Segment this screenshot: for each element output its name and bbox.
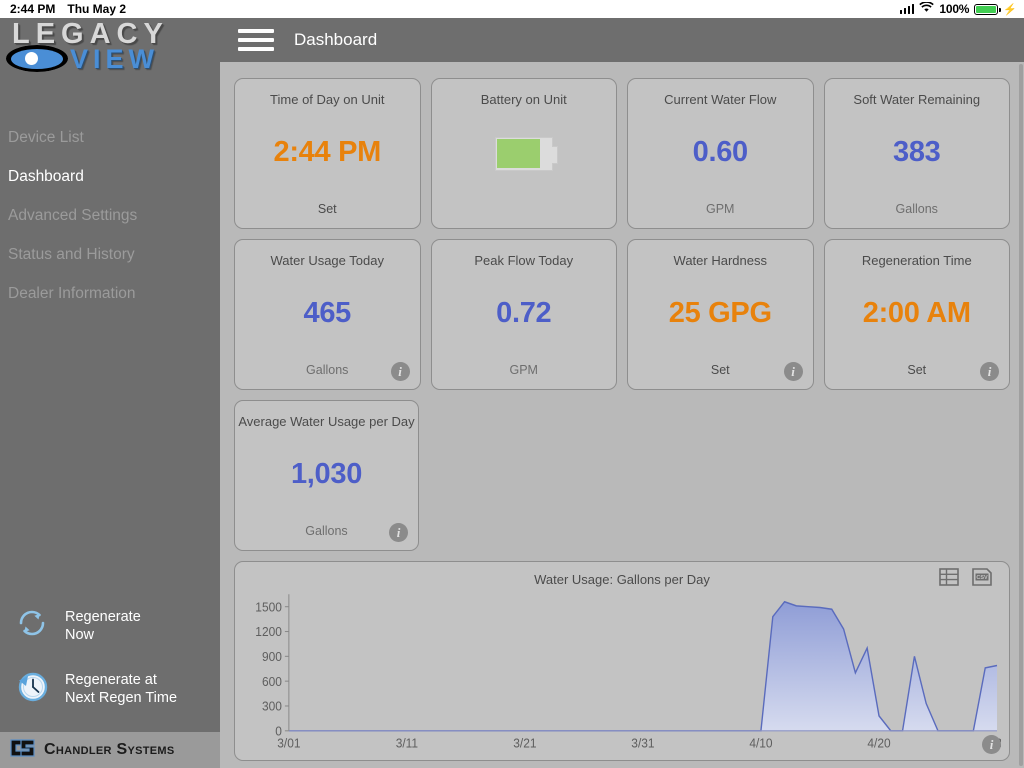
card-soft-water-remaining[interactable]: Soft Water Remaining 383 Gallons: [823, 78, 1010, 229]
card-peak-flow-today[interactable]: Peak Flow Today 0.72 GPM: [430, 239, 617, 390]
battery-percent-label: 100%: [939, 2, 970, 16]
battery-level-icon: [494, 136, 558, 171]
card-value: 25 GPG: [668, 296, 772, 329]
card-water-usage-today[interactable]: Water Usage Today 465 Gallons i: [234, 239, 421, 390]
svg-text:3/01: 3/01: [277, 736, 300, 750]
card-battery-on-unit[interactable]: Battery on Unit: [430, 78, 617, 229]
chart-plot-area: 0 300 600 900 1200 1500 3/01 3/11 3/21 3/31 4/10 4…: [243, 588, 1001, 756]
chart-title: Water Usage: Gallons per Day: [534, 571, 710, 587]
card-value: 0.72: [496, 296, 552, 329]
sidebar-footer: Chandler Systems: [0, 732, 220, 768]
water-usage-area-chart: 030060090012001500 3/01 3/11 3/21 3/31 4/10 4…: [255, 594, 1001, 751]
card-title: Battery on Unit: [480, 92, 567, 107]
card-regeneration-time[interactable]: Regeneration Time 2:00 AM Set i: [823, 239, 1010, 390]
card-row-1: Time of Day on Unit 2:44 PM Set Battery …: [234, 78, 1010, 229]
sidebar-item-device-list[interactable]: Device List: [0, 118, 220, 157]
info-icon[interactable]: i: [390, 362, 410, 381]
chart-info-icon[interactable]: i: [982, 735, 1001, 754]
card-value: 1,030: [290, 457, 363, 490]
eye-logo-icon: [6, 45, 68, 72]
lightning-bolt-icon: ⚡: [1003, 3, 1017, 16]
clock-rewind-icon: [12, 666, 52, 711]
card-time-of-day[interactable]: Time of Day on Unit 2:44 PM Set: [234, 78, 421, 229]
card-row-2: Water Usage Today 465 Gallons i Peak Flo…: [234, 239, 1010, 390]
chart-header: Water Usage: Gallons per Day CSV: [243, 568, 1001, 590]
regenerate-actions: Regenerate Now Regenerate at Next Regen …: [0, 594, 220, 720]
card-title: Time of Day on Unit: [270, 92, 385, 107]
csv-export-icon[interactable]: CSV: [971, 568, 993, 586]
sidebar: LEGACY VIEW Device List Dashboard Advanc…: [0, 18, 220, 768]
card-title: Average Water Usage per Day: [238, 414, 415, 429]
regenerate-now-label: Regenerate Now: [65, 608, 141, 643]
main-area: Dashboard Time of Day on Unit 2:44 PM Se…: [220, 18, 1024, 768]
dashboard-content: Time of Day on Unit 2:44 PM Set Battery …: [230, 64, 1023, 766]
card-value: 383: [893, 135, 941, 168]
sidebar-item-status-and-history[interactable]: Status and History: [0, 235, 220, 274]
battery-icon: [974, 3, 1001, 15]
svg-text:900: 900: [262, 650, 282, 664]
info-icon[interactable]: i: [389, 523, 408, 542]
svg-text:3/31: 3/31: [631, 736, 654, 750]
status-right-group: 100% ⚡: [899, 0, 1017, 18]
card-value: 2:00 AM: [862, 296, 971, 329]
card-water-hardness[interactable]: Water Hardness 25 GPG Set i: [627, 239, 814, 390]
card-unit-label: Gallons: [895, 202, 938, 216]
water-usage-chart-panel: Water Usage: Gallons per Day CSV 0 300 6…: [234, 561, 1010, 761]
hamburger-menu-icon[interactable]: [238, 24, 274, 56]
status-time: 2:44 PM: [10, 2, 56, 16]
page-title: Dashboard: [294, 30, 378, 49]
card-title: Regeneration Time: [861, 253, 972, 268]
svg-text:4/20: 4/20: [867, 736, 890, 750]
card-title: Current Water Flow: [664, 92, 777, 107]
regenerate-next-time-label: Regenerate at Next Regen Time: [65, 671, 178, 706]
card-title: Peak Flow Today: [474, 253, 574, 268]
footer-company-name: Chandler Systems: [44, 741, 175, 758]
status-date: Thu May 2: [67, 2, 127, 16]
card-value: 0.60: [692, 135, 749, 168]
cs-monogram-icon: [8, 736, 38, 765]
svg-text:3/21: 3/21: [513, 736, 536, 750]
info-icon[interactable]: i: [783, 362, 803, 381]
svg-text:3/11: 3/11: [396, 736, 419, 750]
card-value: 465: [303, 296, 352, 329]
sidebar-nav: Device List Dashboard Advanced Settings …: [0, 118, 220, 313]
info-icon[interactable]: i: [980, 362, 999, 381]
sidebar-item-dealer-information[interactable]: Dealer Information: [0, 274, 220, 313]
sidebar-item-dashboard[interactable]: Dashboard: [0, 157, 220, 196]
svg-text:600: 600: [262, 675, 282, 689]
card-title: Water Usage Today: [270, 253, 384, 268]
sidebar-item-advanced-settings[interactable]: Advanced Settings: [0, 196, 220, 235]
regenerate-now-button[interactable]: Regenerate Now: [0, 594, 220, 657]
chart-actions: CSV: [939, 568, 993, 586]
card-row-3: Average Water Usage per Day 1,030 Gallon…: [234, 400, 1010, 551]
card-title: Soft Water Remaining: [853, 92, 981, 107]
svg-text:1200: 1200: [255, 625, 282, 639]
card-title: Water Hardness: [673, 253, 767, 268]
svg-text:CSV: CSV: [976, 575, 988, 581]
svg-text:1500: 1500: [255, 600, 282, 614]
card-current-water-flow[interactable]: Current Water Flow 0.60 GPM: [627, 78, 814, 229]
card-value: 2:44 PM: [273, 135, 382, 168]
ios-status-bar: 2:44 PM Thu May 2 100% ⚡: [0, 0, 1024, 18]
refresh-cycle-icon: [12, 603, 52, 648]
card-unit-label: GPM: [509, 363, 538, 377]
card-average-water-usage-per-day[interactable]: Average Water Usage per Day 1,030 Gallon…: [234, 400, 419, 551]
wifi-icon: [919, 1, 935, 16]
svg-text:4/10: 4/10: [749, 736, 772, 750]
table-view-icon[interactable]: [939, 568, 959, 586]
top-bar: Dashboard: [220, 18, 1024, 62]
brand-logo: LEGACY VIEW: [0, 18, 220, 76]
card-set-label[interactable]: Set: [235, 202, 420, 216]
cellular-signal-icon: [899, 4, 915, 14]
regenerate-next-time-button[interactable]: Regenerate at Next Regen Time: [0, 657, 220, 720]
brand-view-text: VIEW: [70, 43, 160, 74]
app-root: LEGACY VIEW Device List Dashboard Advanc…: [0, 18, 1024, 768]
card-unit-label: GPM: [706, 202, 735, 216]
brand-logo-row2: VIEW: [6, 45, 220, 72]
svg-text:300: 300: [262, 699, 282, 713]
vertical-scrollbar[interactable]: [1019, 64, 1023, 766]
